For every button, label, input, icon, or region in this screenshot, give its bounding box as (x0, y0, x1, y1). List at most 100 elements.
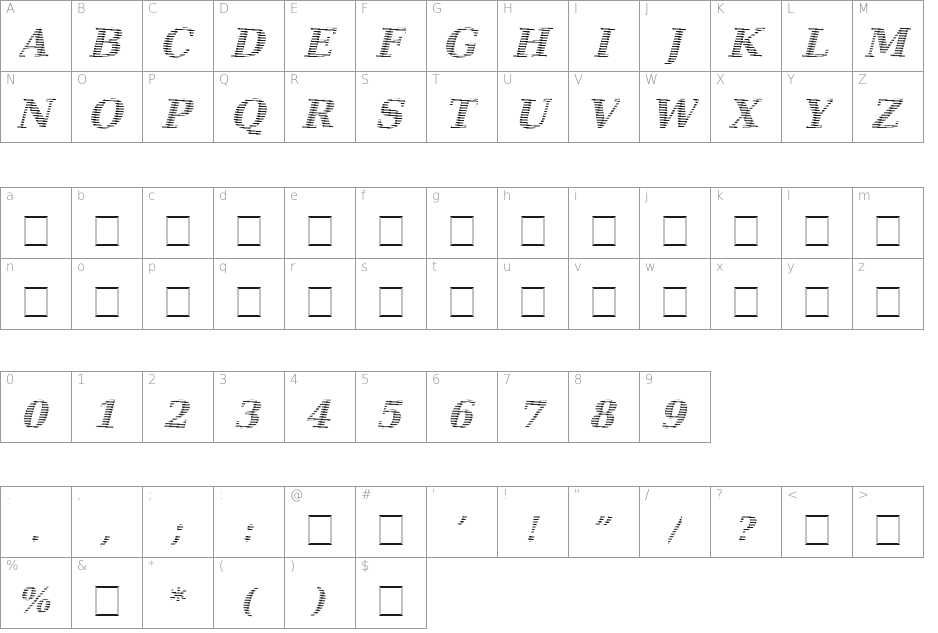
char-cell[interactable]: h (498, 188, 569, 259)
char-cell[interactable]: o (72, 259, 143, 330)
char-cell[interactable]: TT (427, 72, 498, 143)
char-cell[interactable]: ;; (143, 487, 214, 558)
char-cell[interactable]: BB (72, 1, 143, 72)
char-cell[interactable]: & (72, 558, 143, 629)
char-cell[interactable]: v (569, 259, 640, 330)
char-cell[interactable]: 44 (285, 372, 356, 443)
char-cell[interactable]: ZZ (853, 72, 924, 143)
char-glyph-slot: L (782, 19, 852, 69)
char-cell[interactable]: u (498, 259, 569, 330)
char-cell[interactable]: OO (72, 72, 143, 143)
char-cell[interactable]: t (427, 259, 498, 330)
char-label: 0 (6, 373, 15, 388)
char-cell[interactable]: y (782, 259, 853, 330)
char-label: i (574, 189, 578, 204)
char-cell[interactable]: * * (143, 558, 214, 629)
char-cell[interactable]: %% (1, 558, 72, 629)
char-cell[interactable]: MM (853, 1, 924, 72)
char-cell[interactable]: HH (498, 1, 569, 72)
char-glyph-slot (498, 277, 568, 327)
char-cell[interactable]: .. (1, 487, 72, 558)
char-cell[interactable]: x (711, 259, 782, 330)
char-cell[interactable]: f (356, 188, 427, 259)
char-cell[interactable]: p (143, 259, 214, 330)
char-cell[interactable]: LL (782, 1, 853, 72)
char-cell[interactable]: 66 (427, 372, 498, 443)
char-cell[interactable]: II (569, 1, 640, 72)
char-cell[interactable]: e (285, 188, 356, 259)
char-label: > (858, 488, 870, 503)
char-cell[interactable]: SS (356, 72, 427, 143)
char-cell[interactable]: QQ (214, 72, 285, 143)
char-label: G (432, 2, 443, 17)
char-cell[interactable]: > (853, 487, 924, 558)
missing-glyph-box-icon (734, 287, 758, 317)
char-cell[interactable]: q (214, 259, 285, 330)
char-cell[interactable]: KK (711, 1, 782, 72)
char-cell[interactable]: @ (285, 487, 356, 558)
char-cell[interactable]: i (569, 188, 640, 259)
char-label: y (787, 260, 795, 275)
char-cell[interactable]: :: (214, 487, 285, 558)
char-cell[interactable]: "” (569, 487, 640, 558)
char-label: & (77, 559, 88, 574)
char-cell[interactable]: !! (498, 487, 569, 558)
char-cell[interactable]: j (640, 188, 711, 259)
char-cell[interactable]: FF (356, 1, 427, 72)
char-cell[interactable]: )) (285, 558, 356, 629)
char-label: j (645, 189, 649, 204)
char-cell[interactable]: ?? (711, 487, 782, 558)
char-cell[interactable]: 88 (569, 372, 640, 443)
char-cell[interactable]: 99 (640, 372, 711, 443)
char-cell[interactable]: RR (285, 72, 356, 143)
char-cell[interactable]: NN (1, 72, 72, 143)
char-cell[interactable]: c (143, 188, 214, 259)
missing-glyph-box-icon (95, 216, 119, 246)
char-cell[interactable]: r (285, 259, 356, 330)
char-glyph: W (650, 91, 700, 138)
char-cell[interactable]: $ (356, 558, 427, 629)
char-cell[interactable]: 00 (1, 372, 72, 443)
char-section-punctuation: ..,,;;:: @ # '’!! "” / /?? < >%% & * *(()) $ (0, 486, 924, 629)
char-cell[interactable]: YY (782, 72, 853, 143)
char-cell[interactable]: 77 (498, 372, 569, 443)
char-cell[interactable]: / / (640, 487, 711, 558)
char-glyph: ) (310, 581, 330, 621)
char-glyph-slot (143, 206, 213, 256)
char-cell[interactable]: 11 (72, 372, 143, 443)
char-cell[interactable]: d (214, 188, 285, 259)
char-cell[interactable]: a (1, 188, 72, 259)
char-cell[interactable]: DD (214, 1, 285, 72)
char-cell[interactable]: PP (143, 72, 214, 143)
char-cell[interactable]: # (356, 487, 427, 558)
char-cell[interactable]: l (782, 188, 853, 259)
char-cell[interactable]: JJ (640, 1, 711, 72)
char-cell[interactable]: w (640, 259, 711, 330)
char-cell[interactable]: < (782, 487, 853, 558)
char-cell[interactable]: ,, (72, 487, 143, 558)
char-cell[interactable]: (( (214, 558, 285, 629)
char-cell[interactable]: b (72, 188, 143, 259)
char-cell[interactable]: EE (285, 1, 356, 72)
char-cell[interactable]: z (853, 259, 924, 330)
char-label: O (77, 73, 88, 88)
char-cell[interactable]: 55 (356, 372, 427, 443)
char-cell[interactable]: n (1, 259, 72, 330)
char-cell[interactable]: k (711, 188, 782, 259)
char-row: n o p q r s t u v w x y z (1, 259, 924, 330)
char-glyph-slot (285, 277, 355, 327)
char-cell[interactable]: g (427, 188, 498, 259)
char-cell[interactable]: VV (569, 72, 640, 143)
char-cell[interactable]: WW (640, 72, 711, 143)
char-cell[interactable]: s (356, 259, 427, 330)
char-cell[interactable]: '’ (427, 487, 498, 558)
char-cell[interactable]: 33 (214, 372, 285, 443)
char-cell[interactable]: CC (143, 1, 214, 72)
char-cell[interactable]: AA (1, 1, 72, 72)
char-cell[interactable]: UU (498, 72, 569, 143)
char-cell[interactable]: m (853, 188, 924, 259)
char-glyph: H (512, 20, 554, 67)
char-cell[interactable]: 22 (143, 372, 214, 443)
char-cell[interactable]: GG (427, 1, 498, 72)
char-cell[interactable]: XX (711, 72, 782, 143)
